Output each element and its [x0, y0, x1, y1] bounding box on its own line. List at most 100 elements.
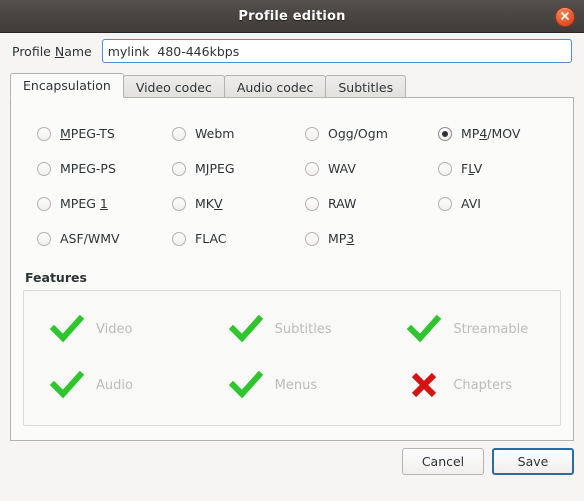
feature-subtitles: Subtitles	[203, 312, 382, 346]
cross-icon	[412, 372, 437, 398]
check-icon	[228, 370, 263, 399]
label-post: Ogg/Ogm	[328, 126, 388, 141]
radio-label: MP3	[328, 231, 354, 246]
encapsulation-radio-group: MPEG-TS Webm Ogg/Ogm MP4/MOV MPEG-PS MJP	[23, 108, 561, 256]
radio-label: MPEG-TS	[60, 126, 115, 141]
feature-streamable: Streamable	[381, 312, 560, 346]
check-icon	[407, 314, 442, 343]
radio-label: RAW	[328, 196, 356, 211]
tab-panel-encapsulation: MPEG-TS Webm Ogg/Ogm MP4/MOV MPEG-PS MJP	[10, 97, 574, 441]
tab-encapsulation[interactable]: Encapsulation	[10, 73, 124, 98]
radio-indicator	[172, 196, 186, 211]
label-post: /MOV	[487, 126, 521, 141]
label-pre: MP	[328, 231, 347, 246]
label-pre: MPEG	[60, 196, 100, 211]
close-icon[interactable]	[555, 7, 575, 27]
radio-flv[interactable]: FLV	[438, 161, 561, 176]
feature-label: Audio	[96, 377, 133, 393]
feature-menus: Menus	[203, 368, 382, 402]
radio-indicator	[37, 231, 51, 246]
radio-mpeg-1[interactable]: MPEG 1	[37, 196, 172, 211]
tab-notebook: Encapsulation Video codec Audio codec Su…	[10, 73, 574, 441]
save-button[interactable]: Save	[492, 448, 574, 475]
radio-label: FLV	[461, 161, 482, 176]
radio-label: AVI	[461, 196, 481, 211]
radio-label: MJPEG	[195, 161, 235, 176]
radio-indicator	[305, 196, 319, 211]
label-mnemonic: 3	[346, 231, 355, 246]
feature-chapters: Chapters	[381, 368, 560, 402]
check-icon	[50, 314, 84, 343]
radio-flac[interactable]: FLAC	[172, 231, 305, 246]
radio-indicator	[172, 231, 186, 246]
features-title: Features	[25, 270, 87, 285]
radio-mjpeg[interactable]: MJPEG	[172, 161, 305, 176]
check-icon	[228, 314, 263, 343]
radio-mp4-mov[interactable]: MP4/MOV	[438, 126, 561, 141]
radio-indicator	[37, 196, 51, 211]
tab-label: Video codec	[135, 80, 212, 95]
features-frame: Video Subtitles Streamable Audio Menus C…	[23, 290, 561, 426]
cancel-button[interactable]: Cancel	[402, 448, 484, 475]
tab-label: Audio codec	[236, 80, 314, 95]
radio-asf-wmv[interactable]: ASF/WMV	[37, 231, 172, 246]
label-post: ASF/WMV	[60, 231, 120, 246]
label-pre: MK	[195, 196, 214, 211]
feature-label: Menus	[274, 377, 318, 393]
radio-indicator	[438, 126, 452, 141]
label-post: PEG-TS	[70, 126, 115, 141]
label-post: PEG	[209, 161, 235, 176]
label-mnemonic: 1	[99, 196, 108, 211]
window-title: Profile edition	[238, 8, 346, 24]
radio-indicator	[172, 126, 186, 141]
profile-name-row: Profile Name	[0, 33, 584, 69]
tab-label: Subtitles	[338, 80, 394, 95]
features-grid: Video Subtitles Streamable Audio Menus C…	[24, 301, 560, 413]
close-glyph	[561, 12, 569, 20]
label-post: Webm	[195, 126, 235, 141]
radio-mp3[interactable]: MP3	[305, 231, 438, 246]
radio-mkv[interactable]: MKV	[172, 196, 305, 211]
radio-indicator	[305, 126, 319, 141]
radio-mpeg-ts[interactable]: MPEG-TS	[37, 126, 172, 141]
profile-name-label-mnemonic: N	[54, 43, 65, 59]
tab-strip: Encapsulation Video codec Audio codec Su…	[10, 73, 574, 98]
feature-label: Video	[96, 321, 133, 337]
feature-video: Video	[24, 312, 203, 346]
radio-indicator	[37, 161, 51, 176]
profile-name-input[interactable]	[101, 39, 572, 63]
radio-webm[interactable]: Webm	[172, 126, 305, 141]
radio-mpeg-ps[interactable]: MPEG-PS	[37, 161, 172, 176]
radio-label: MPEG 1	[60, 196, 108, 211]
radio-indicator	[305, 161, 319, 176]
radio-indicator	[172, 161, 186, 176]
radio-label: Webm	[195, 126, 234, 141]
radio-label: MPEG-PS	[60, 161, 116, 176]
label-post: V	[473, 161, 483, 176]
feature-label: Streamable	[453, 321, 529, 337]
dialog-action-bar: Cancel Save	[0, 441, 584, 482]
radio-label: FLAC	[195, 231, 227, 246]
label-post: FLAC	[195, 231, 227, 246]
feature-label: Subtitles	[274, 321, 332, 337]
radio-avi[interactable]: AVI	[438, 196, 561, 211]
radio-indicator	[438, 161, 452, 176]
profile-name-label-prefix: Profile	[12, 43, 55, 59]
tab-subtitles[interactable]: Subtitles	[325, 75, 407, 98]
tab-video-codec[interactable]: Video codec	[122, 75, 225, 98]
radio-raw[interactable]: RAW	[305, 196, 438, 211]
radio-ogg-ogm[interactable]: Ogg/Ogm	[305, 126, 438, 141]
radio-label: Ogg/Ogm	[328, 126, 388, 141]
tab-label: Encapsulation	[23, 78, 111, 93]
label-mnemonic: M	[60, 126, 71, 141]
radio-indicator	[305, 231, 319, 246]
label-post: RAW	[328, 196, 357, 211]
label-post: MPEG-PS	[60, 161, 116, 176]
radio-indicator	[37, 126, 51, 141]
label-pre: MP	[461, 126, 480, 141]
tab-audio-codec[interactable]: Audio codec	[223, 75, 327, 98]
radio-wav[interactable]: WAV	[305, 161, 438, 176]
feature-label: Chapters	[453, 377, 513, 393]
radio-label: ASF/WMV	[60, 231, 120, 246]
radio-label: WAV	[328, 161, 356, 176]
